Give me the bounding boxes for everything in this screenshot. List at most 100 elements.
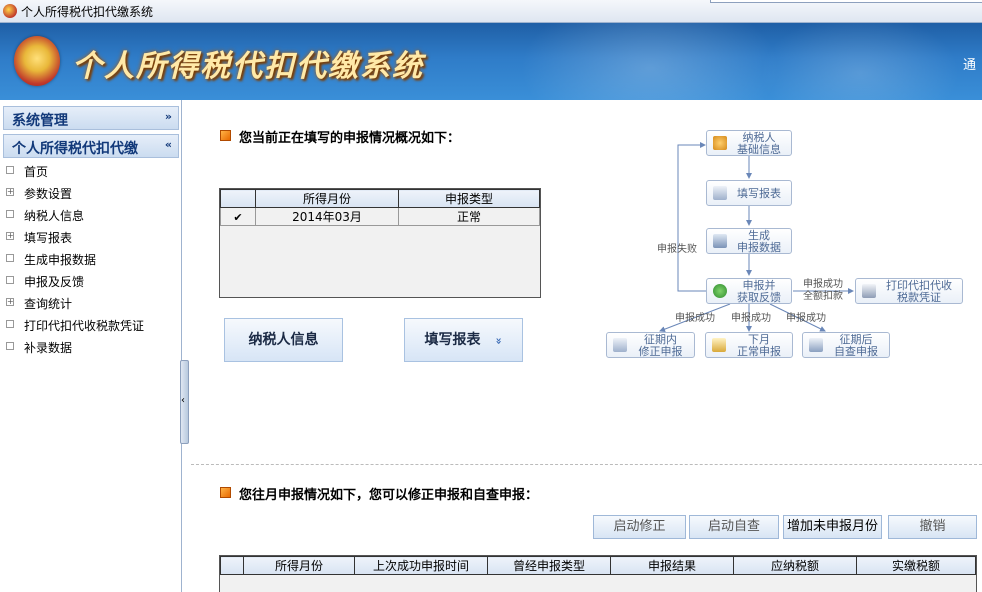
button-label: 填写报表 <box>424 332 481 348</box>
window-title: 个人所得税代扣代缴系统 <box>21 5 154 19</box>
chevron-down-icon[interactable]: » <box>165 110 172 123</box>
row-checkbox[interactable]: ✔ <box>220 207 256 226</box>
expand-plus-icon[interactable]: + <box>6 232 14 240</box>
column-header: 所得月份 <box>255 189 399 208</box>
chevron-left-icon: ‹ <box>181 395 185 406</box>
sidebar-item-generate[interactable]: 生成申报数据 <box>6 248 176 270</box>
expand-plus-icon[interactable]: + <box>6 298 14 306</box>
flow-node-taxpayer[interactable]: 纳税人 基础信息 <box>706 130 792 156</box>
document-icon <box>712 338 726 352</box>
tree-node-icon <box>6 210 14 218</box>
sidebar-item-query[interactable]: + 查询统计 <box>6 292 176 314</box>
flow-label-success: 申报成功 <box>675 313 715 324</box>
sidebar-item-params[interactable]: + 参数设置 <box>6 182 176 204</box>
sidebar-item-label: 填写报表 <box>24 231 73 245</box>
taxpayer-info-button[interactable]: 纳税人信息 <box>224 318 343 362</box>
sidebar-item-label: 补录数据 <box>24 341 73 355</box>
sidebar: 系统管理 » 个人所得税代扣代缴 « 首页 + 参数设置 纳税人信息 + 填写报… <box>0 100 182 592</box>
flow-node-declare[interactable]: 申报并 获取反馈 <box>706 278 792 304</box>
flow-node-label: 生成 申报数据 <box>737 229 781 254</box>
column-header <box>220 189 256 208</box>
flow-node-print[interactable]: 打印代扣代收 税款凭证 <box>855 278 963 304</box>
sidebar-item-home[interactable]: 首页 <box>6 160 176 182</box>
tree-node-icon <box>6 254 14 262</box>
fill-report-button[interactable]: 填写报表 » <box>404 318 523 362</box>
flow-node-label: 征期内 修正申报 <box>638 333 683 358</box>
table-row[interactable]: ✔ 2014年03月 正常 <box>220 207 540 226</box>
flow-node-label: 填写报表 <box>737 187 781 200</box>
sidebar-section-label: 个人所得税代扣代缴 <box>12 141 138 157</box>
cancel-button[interactable]: 撤销 <box>888 515 977 539</box>
national-emblem-icon <box>14 36 60 86</box>
column-header: 实缴税额 <box>856 556 976 575</box>
sidebar-item-supplement[interactable]: 补录数据 <box>6 336 176 358</box>
sidebar-item-label: 首页 <box>24 165 49 179</box>
button-label: 撤销 <box>919 519 946 534</box>
sidebar-item-label: 打印代扣代收税款凭证 <box>24 319 145 333</box>
button-label: 启动修正 <box>613 519 666 534</box>
magnifier-icon <box>809 338 823 352</box>
chevron-up-icon[interactable]: « <box>165 138 172 151</box>
banner-right-text[interactable]: 通 <box>963 54 976 73</box>
flow-node-label: 征期后 自查申报 <box>834 333 878 358</box>
sidebar-item-label: 查询统计 <box>24 297 73 311</box>
start-correction-button[interactable]: 启动修正 <box>593 515 686 539</box>
header-banner: 个人所得税代扣代缴系统 通 <box>0 23 982 100</box>
sidebar-section-system[interactable]: 系统管理 » <box>3 106 179 130</box>
table-header-row: 所得月份 申报类型 <box>220 189 540 208</box>
flow-node-nextmonth[interactable]: 下月 正常申报 <box>705 332 793 358</box>
flow-node-after[interactable]: 征期后 自查申报 <box>802 332 890 358</box>
flow-node-fill[interactable]: 填写报表 <box>706 180 792 206</box>
data-icon <box>713 234 727 248</box>
section-bullet-icon <box>220 487 231 498</box>
history-table: 所得月份 上次成功申报时间 曾经申报类型 申报结果 应纳税额 实缴税额 <box>220 556 976 575</box>
flow-node-within[interactable]: 征期内 修正申报 <box>606 332 695 358</box>
start-self-check-button[interactable]: 启动自查 <box>689 515 779 539</box>
section-divider <box>191 464 982 465</box>
person-icon <box>713 136 727 150</box>
check-icon: ✔ <box>233 210 243 224</box>
sidebar-item-label: 申报及反馈 <box>24 275 85 289</box>
flow-label-success: 申报成功 <box>786 313 826 324</box>
sidebar-item-print[interactable]: 打印代扣代收税款凭证 <box>6 314 176 336</box>
column-header <box>220 556 244 575</box>
table-cell: 2014年03月 <box>255 207 399 226</box>
banner-title: 个人所得税代扣代缴系统 <box>72 49 424 84</box>
tree-node-icon <box>6 276 14 284</box>
chevron-down-icon: » <box>492 337 506 345</box>
sidebar-item-fill-report[interactable]: + 填写报表 <box>6 226 176 248</box>
flow-label-success: 申报成功 <box>731 313 771 324</box>
sidebar-item-label: 纳税人信息 <box>24 209 85 223</box>
expand-plus-icon[interactable]: + <box>6 188 14 196</box>
window-title-bar: 个人所得税代扣代缴系统 <box>0 0 982 23</box>
section-bullet-icon <box>220 130 231 141</box>
add-unreported-month-button[interactable]: 增加未申报月份 <box>783 515 882 539</box>
sidebar-item-declare[interactable]: 申报及反馈 <box>6 270 176 292</box>
sidebar-item-label: 参数设置 <box>24 187 73 201</box>
current-section-title: 您当前正在填写的申报情况概况如下： <box>239 131 461 146</box>
flow-label-fail: 申报失败 <box>657 244 697 255</box>
column-header: 申报结果 <box>610 556 734 575</box>
sidebar-item-taxpayer[interactable]: 纳税人信息 <box>6 204 176 226</box>
tree-node-icon <box>6 342 14 350</box>
printer-icon <box>862 284 876 298</box>
banner-decoration <box>760 23 960 100</box>
form-icon <box>713 186 727 200</box>
button-label: 纳税人信息 <box>248 332 319 348</box>
sidebar-section-label: 系统管理 <box>12 113 68 129</box>
sidebar-section-tax[interactable]: 个人所得税代扣代缴 « <box>3 134 179 158</box>
edit-icon <box>613 338 627 352</box>
column-header: 所得月份 <box>243 556 355 575</box>
table-header-row: 所得月份 上次成功申报时间 曾经申报类型 申报结果 应纳税额 实缴税额 <box>220 556 976 575</box>
flow-node-generate[interactable]: 生成 申报数据 <box>706 228 792 254</box>
column-header: 曾经申报类型 <box>487 556 611 575</box>
flow-node-label: 申报并 获取反馈 <box>737 279 781 304</box>
sidebar-item-label: 生成申报数据 <box>24 253 97 267</box>
tree-node-icon <box>6 320 14 328</box>
button-label: 增加未申报月份 <box>786 519 878 534</box>
column-header: 应纳税额 <box>733 556 857 575</box>
flow-node-label: 打印代扣代收 税款凭证 <box>886 279 952 304</box>
app-emblem-icon <box>3 4 17 18</box>
sidebar-collapse-handle[interactable]: ‹ <box>180 360 189 444</box>
banner-decoration <box>520 23 780 100</box>
